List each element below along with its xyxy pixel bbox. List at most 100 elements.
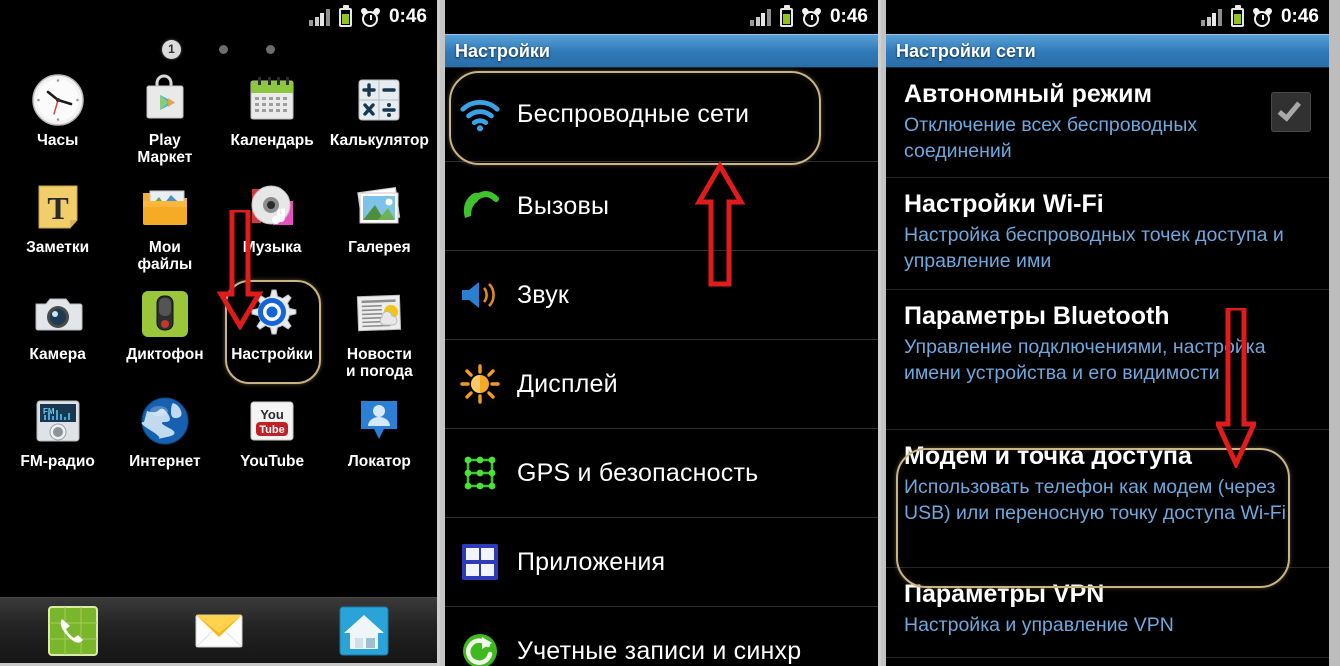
- app-clock[interactable]: Часы: [4, 68, 111, 175]
- signal-bars-icon: [1201, 8, 1222, 26]
- network-settings-list: Автономный режим Отключение всех беспров…: [886, 68, 1329, 658]
- app-calendar[interactable]: Календарь: [219, 68, 326, 175]
- app-my-files[interactable]: Мои файлы: [111, 175, 218, 282]
- settings-item-sound[interactable]: Звук: [445, 251, 878, 340]
- settings-gear-icon: [244, 286, 300, 342]
- phone-home-screen: 0:46 1 Часы Play Маркет Календарь Кальку…: [0, 0, 440, 666]
- play-store-icon: [137, 72, 193, 128]
- status-bar-settings: 0:46: [445, 0, 878, 34]
- settings-item-label: Звук: [517, 280, 570, 309]
- app-voice-recorder[interactable]: Диктофон: [111, 282, 218, 389]
- app-label: Настройки: [231, 346, 314, 363]
- app-label: YouTube: [240, 453, 305, 470]
- network-item-airplane-mode[interactable]: Автономный режим Отключение всех беспров…: [886, 68, 1329, 178]
- phone-network-settings-screen: 0:46 Настройки сети Автономный режим Отк…: [881, 0, 1329, 666]
- network-item-tethering-hotspot[interactable]: Модем и точка доступа Использовать телеф…: [886, 430, 1329, 568]
- status-bar-time: 0:46: [1280, 6, 1319, 27]
- home-dock-icon[interactable]: [338, 605, 390, 657]
- gps-lock-icon: [459, 452, 501, 494]
- app-settings[interactable]: Настройки: [219, 280, 326, 389]
- news-weather-icon: [351, 286, 407, 342]
- app-label: Интернет: [129, 453, 201, 470]
- dock-slot-phone[interactable]: [0, 605, 146, 657]
- dock-slot-messages[interactable]: [146, 605, 292, 657]
- alarm-clock-icon: [359, 6, 382, 27]
- svg-text:You: You: [260, 407, 284, 422]
- app-locator[interactable]: Локатор: [326, 389, 433, 496]
- phone-call-icon: [459, 185, 501, 227]
- checkmark-icon: [1277, 97, 1302, 122]
- network-item-title: Параметры Bluetooth: [904, 302, 1170, 330]
- app-grid: Часы Play Маркет Календарь Калькулятор T…: [0, 64, 437, 496]
- settings-item-accounts-sync[interactable]: Учетные записи и синхр: [445, 607, 878, 666]
- app-calculator[interactable]: Калькулятор: [326, 68, 433, 175]
- battery-icon: [1230, 4, 1244, 27]
- status-bar-network: 0:46: [886, 0, 1329, 34]
- messages-dock-icon[interactable]: [193, 605, 245, 657]
- clock-icon: [30, 72, 86, 128]
- page-dot-2[interactable]: [219, 44, 228, 54]
- app-label: Play Маркет: [137, 132, 193, 166]
- status-bar-time: 0:46: [388, 6, 427, 27]
- home-dock: [0, 597, 437, 663]
- battery-icon: [338, 4, 352, 27]
- dock-slot-home[interactable]: [291, 605, 437, 657]
- app-label: Мои файлы: [137, 239, 193, 273]
- app-label: Заметки: [26, 239, 90, 256]
- wifi-icon: [459, 94, 501, 136]
- network-item-wifi-settings[interactable]: Настройки Wi-Fi Настройка беспроводных т…: [886, 178, 1329, 290]
- speaker-icon: [459, 274, 501, 316]
- gallery-icon: [351, 179, 407, 235]
- brightness-icon: [459, 363, 501, 405]
- locator-icon: [351, 393, 407, 449]
- calculator-icon: [351, 72, 407, 128]
- network-item-title: Автономный режим: [904, 80, 1153, 108]
- app-label: Часы: [36, 132, 79, 149]
- settings-item-applications[interactable]: Приложения: [445, 518, 878, 607]
- app-gallery[interactable]: Галерея: [326, 175, 433, 282]
- settings-item-label: Дисплей: [517, 369, 618, 398]
- settings-item-wireless[interactable]: Беспроводные сети: [445, 68, 878, 162]
- alarm-clock-icon: [800, 6, 823, 27]
- app-youtube[interactable]: You Tube YouTube: [219, 389, 326, 496]
- three-phone-screenshots: 0:46 1 Часы Play Маркет Календарь Кальку…: [0, 0, 1340, 666]
- network-item-bluetooth-settings[interactable]: Параметры Bluetooth Управление подключен…: [886, 290, 1329, 430]
- phone-settings-screen: 0:46 Настройки Беспроводные сети Вызовы …: [440, 0, 881, 666]
- network-item-title: Модем и точка доступа: [904, 442, 1192, 470]
- app-news-weather[interactable]: Новости и погода: [326, 282, 433, 389]
- network-item-title: Настройки Wi-Fi: [904, 190, 1104, 218]
- youtube-icon: You Tube: [244, 393, 300, 449]
- app-label: Новости и погода: [346, 346, 413, 380]
- page-dot-3[interactable]: [266, 44, 275, 54]
- app-internet[interactable]: Интернет: [111, 389, 218, 496]
- network-item-vpn-settings[interactable]: Параметры VPN Настройка и управление VPN: [886, 568, 1329, 658]
- apps-grid-icon: [459, 541, 501, 583]
- page-title: Настройки: [455, 40, 550, 61]
- page-indicator[interactable]: 1: [0, 34, 437, 64]
- app-music[interactable]: Музыка: [219, 175, 326, 282]
- app-notes[interactable]: T Заметки: [4, 175, 111, 282]
- phone-dock-icon[interactable]: [47, 605, 99, 657]
- settings-item-label: Вызовы: [517, 191, 610, 220]
- app-fm-radio[interactable]: FM FM-радио: [4, 389, 111, 496]
- app-label: FM-радио: [20, 453, 95, 470]
- app-camera[interactable]: Камера: [4, 282, 111, 389]
- app-play-market[interactable]: Play Маркет: [111, 68, 218, 175]
- app-row: T Заметки Мои файлы Музыка Галерея: [4, 175, 433, 282]
- page-title: Настройки сети: [896, 40, 1036, 61]
- app-label: Галерея: [348, 239, 411, 256]
- voice-recorder-icon: [137, 286, 193, 342]
- settings-item-calls[interactable]: Вызовы: [445, 162, 878, 251]
- page-dot-current[interactable]: 1: [162, 39, 181, 59]
- app-row: Часы Play Маркет Календарь Калькулятор: [4, 68, 433, 175]
- network-item-subtitle: Отключение всех беспроводных соединений: [904, 114, 1198, 162]
- network-item-subtitle: Управление подключениями, настройка имен…: [904, 336, 1266, 384]
- airplane-mode-checkbox[interactable]: [1271, 92, 1311, 132]
- settings-item-gps-security[interactable]: GPS и безопасность: [445, 429, 878, 518]
- app-label: Музыка: [242, 239, 302, 256]
- settings-item-label: GPS и безопасность: [517, 458, 759, 487]
- settings-item-display[interactable]: Дисплей: [445, 340, 878, 429]
- camera-icon: [30, 286, 86, 342]
- app-label: Календарь: [230, 132, 314, 149]
- settings-item-label: Приложения: [517, 547, 666, 576]
